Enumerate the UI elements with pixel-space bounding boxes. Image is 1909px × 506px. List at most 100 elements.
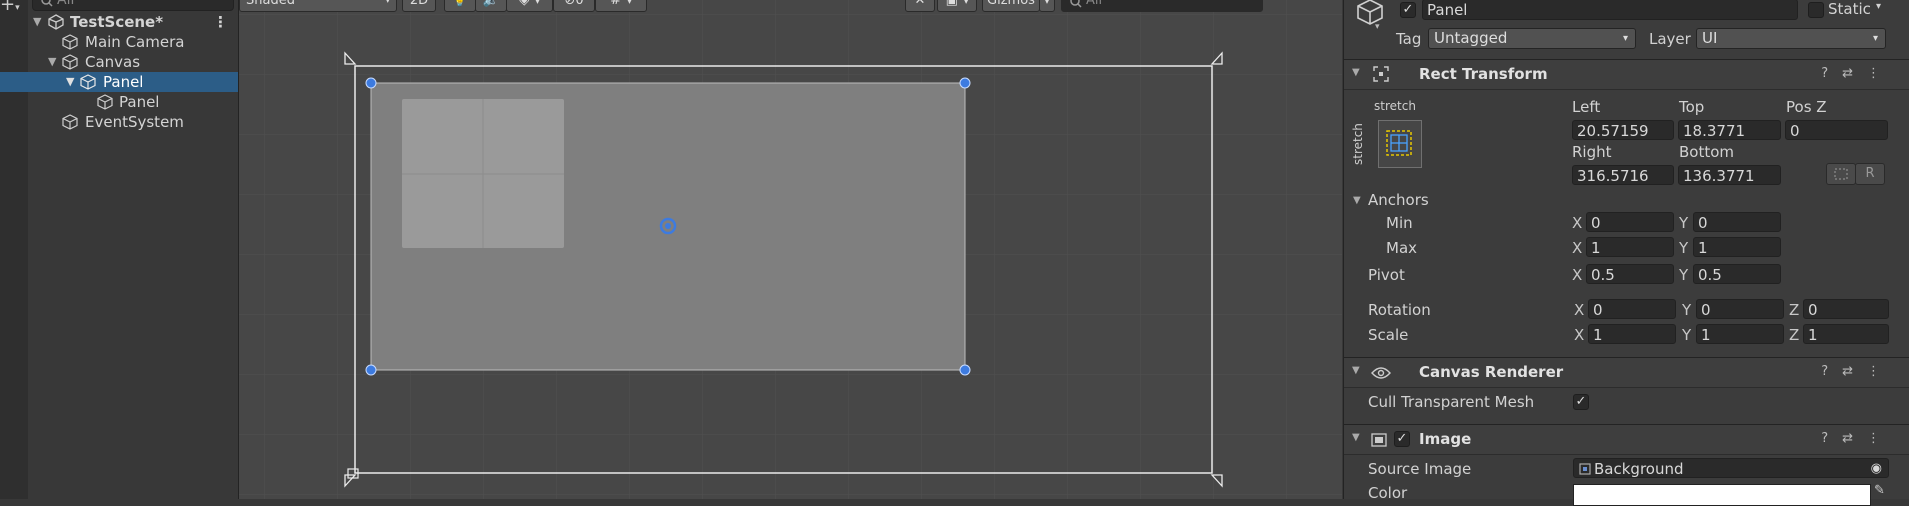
pivot-y-axis-label: Y [1679,266,1689,284]
hierarchy-search-input[interactable]: All [32,0,234,11]
gameobject-cube-icon [97,94,113,110]
layer-label: Layer [1649,30,1691,48]
hierarchy-item-eventsystem[interactable]: EventSystem [0,112,238,132]
scene-name: TestScene* [70,13,164,31]
preset-icon: ⇄ [1842,364,1867,379]
anchor-min-x-input[interactable]: 0 [1586,212,1674,232]
tools-button[interactable]: ✕ [905,0,935,12]
source-image-value: Background [1594,460,1684,478]
sprite-icon [1579,463,1591,475]
tag-dropdown[interactable]: Untagged ▾ [1428,28,1636,49]
posz-input[interactable]: 0 [1785,120,1888,140]
fold-arrow-icon[interactable]: ▼ [66,72,74,92]
shading-mode-label: Shaded [246,0,295,8]
grid-snap-dropdown[interactable]: # ▾ [595,0,647,12]
icon-dropdown-caret[interactable]: ▾ [1375,22,1380,32]
anchor-max-y-input[interactable]: 1 [1693,237,1781,257]
grid-icon: # [610,0,622,8]
bottom-input[interactable]: 136.3771 [1678,165,1781,185]
eyedropper-icon[interactable]: ✎ [1874,483,1885,498]
raw-edit-label: R [1865,166,1875,181]
hierarchy-item-panel-child[interactable]: Panel [0,92,238,112]
source-image-field[interactable]: Background ◉ [1573,458,1889,478]
scene-menu-icon[interactable]: ⋮ [213,12,228,32]
left-label: Left [1572,98,1601,116]
anchor-max-x-input[interactable]: 1 [1586,237,1674,257]
scale-z-input[interactable]: 1 [1803,324,1889,344]
fold-arrow-icon[interactable]: ▼ [1352,432,1360,443]
active-checkbox[interactable]: ✓ [1400,2,1416,18]
audio-toggle[interactable]: 🔈 [475,0,507,12]
image-header[interactable]: ▼ ✓ Image ?⇄⋮ [1344,424,1909,455]
hierarchy-item-panel-selected[interactable]: ▼ Panel [0,72,238,92]
anchor-min-y-input[interactable]: 0 [1693,212,1781,232]
pivot-x-input[interactable]: 0.5 [1586,264,1674,284]
right-input[interactable]: 316.5716 [1572,165,1674,185]
dashed-rect-icon [1834,168,1848,180]
hierarchy-item-label: Canvas [85,53,141,71]
hierarchy-item-main-camera[interactable]: Main Camera [0,32,238,52]
static-checkbox[interactable] [1808,2,1824,18]
hidden-count: 0 [575,0,584,8]
object-name-input[interactable]: Panel [1422,0,1798,20]
component-actions[interactable]: ?⇄⋮ [1821,431,1894,446]
rotation-x-axis-label: X [1574,301,1585,319]
color-swatch[interactable] [1573,484,1871,506]
effects-dropdown[interactable]: ◈ ▾ [506,0,553,12]
left-input[interactable]: 20.57159 [1572,120,1674,140]
canvas-renderer-header[interactable]: ▼ Canvas Renderer ?⇄⋮ [1344,357,1909,388]
pivot-x-axis-label: X [1572,266,1583,284]
tag-value: Untagged [1434,29,1508,47]
image-enabled-checkbox[interactable]: ✓ [1394,431,1410,447]
fold-arrow-icon[interactable]: ▼ [1352,67,1360,78]
search-icon [1070,0,1082,8]
scale-y-input[interactable]: 1 [1696,324,1784,344]
help-icon: ? [1821,66,1843,81]
image-title: Image [1419,430,1472,448]
blueprint-mode-button[interactable] [1826,163,1856,185]
top-input[interactable]: 18.3771 [1678,120,1781,140]
rotation-label: Rotation [1368,301,1431,319]
kebab-icon: ⋮ [1867,431,1894,446]
top-label: Top [1679,98,1705,116]
mode-2d-button[interactable]: 2D [402,0,436,12]
camera-dropdown[interactable]: ▣ ▾ [937,0,977,12]
scale-x-input[interactable]: 1 [1588,324,1676,344]
scale-z-axis-label: Z [1789,326,1800,344]
lighting-toggle[interactable]: 💡 [444,0,476,12]
hierarchy-scene-row[interactable]: ▼ TestScene* ⋮ [0,12,238,32]
rotation-y-input[interactable]: 0 [1696,299,1784,319]
fold-arrow-icon[interactable]: ▼ [33,12,41,32]
rotation-x-input[interactable]: 0 [1588,299,1676,319]
gizmos-button[interactable]: Gizmos [982,0,1040,12]
component-actions[interactable]: ?⇄⋮ [1821,66,1894,81]
static-dropdown-caret[interactable]: ▾ [1876,1,1881,12]
hidden-objects-toggle[interactable]: ⊘0 [553,0,595,12]
scene-view[interactable]: Shaded ▾ 2D 💡 🔈 ◈ ▾ ⊘0 # ▾ ✕ ▣ ▾ Gizmos ▾ Al… [239,0,1342,499]
anchors-fold-arrow-icon[interactable]: ▼ [1353,195,1361,206]
gizmos-dropdown[interactable]: ▾ [1039,0,1055,12]
raw-edit-button[interactable]: R [1855,163,1885,185]
scene-search-input[interactable]: All [1061,0,1263,12]
gameobject-cube-icon [62,34,78,50]
object-picker-icon[interactable]: ◉ [1871,459,1882,477]
shading-mode-dropdown[interactable]: Shaded ▾ [239,0,397,12]
cull-transparent-mesh-checkbox[interactable]: ✓ [1573,394,1589,410]
gameobject-cube-icon [62,114,78,130]
hierarchy-item-canvas[interactable]: ▼ Canvas [0,52,238,72]
anchor-stretch-icon [1386,130,1412,156]
rotation-z-input[interactable]: 0 [1803,299,1889,319]
component-actions[interactable]: ?⇄⋮ [1821,364,1894,379]
layer-dropdown[interactable]: UI ▾ [1696,28,1886,49]
image-icon [1371,433,1387,447]
canvas-gizmo-layer [344,51,1223,488]
fold-arrow-icon[interactable]: ▼ [48,52,56,72]
fold-arrow-icon[interactable]: ▼ [1352,365,1360,376]
rect-transform-header[interactable]: ▼ Rect Transform ?⇄⋮ [1344,59,1909,90]
anchor-preset-side-label: stretch [1351,123,1365,165]
min-label: Min [1386,214,1413,232]
rotation-y-axis-label: Y [1682,301,1692,319]
eye-slash-icon: ⊘ [564,0,576,8]
pivot-y-input[interactable]: 0.5 [1693,264,1781,284]
anchor-preset-button[interactable] [1378,120,1422,168]
